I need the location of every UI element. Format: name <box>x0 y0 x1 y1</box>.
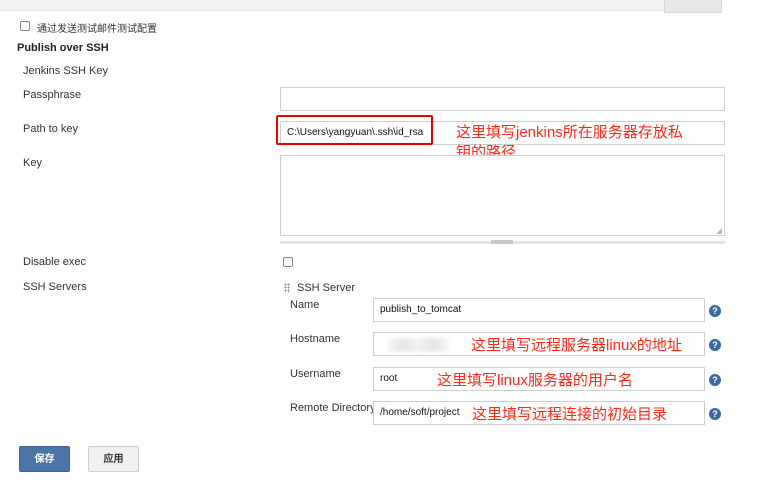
server-name-field[interactable]: publish_to_tomcat <box>373 298 705 322</box>
server-name-label: Name <box>290 299 320 311</box>
save-button[interactable]: 保存 <box>19 446 70 472</box>
passphrase-field[interactable] <box>280 87 725 111</box>
test-email-label: 通过发送测试邮件测试配置 <box>37 24 157 35</box>
username-label: Username <box>290 368 341 380</box>
ssh-server-header: SSH Server <box>297 282 356 294</box>
path-to-key-label: Path to key <box>23 123 79 135</box>
disable-exec-checkbox[interactable] <box>283 257 293 267</box>
hostname-help-icon[interactable]: ? <box>709 339 721 351</box>
remote-directory-help-icon[interactable]: ? <box>709 408 721 420</box>
ssh-servers-label: SSH Servers <box>23 281 87 293</box>
passphrase-label: Passphrase <box>23 89 82 101</box>
apply-button[interactable]: 应用 <box>88 446 139 472</box>
hostname-label: Hostname <box>290 333 341 345</box>
remote-directory-label: Remote Directory <box>290 402 376 414</box>
key-textarea[interactable] <box>280 155 725 236</box>
resize-handle-icon[interactable] <box>716 228 722 234</box>
remote-directory-annotation: 这里填写远程连接的初始目录 <box>472 406 668 423</box>
disable-exec-label: Disable exec <box>23 256 86 268</box>
username-help-icon[interactable]: ? <box>709 374 721 386</box>
test-email-checkbox[interactable] <box>20 21 30 31</box>
hostname-annotation: 这里填写远程服务器linux的地址 <box>471 337 682 354</box>
username-annotation: 这里填写linux服务器的用户名 <box>437 372 633 389</box>
top-bar <box>0 0 720 11</box>
key-scrollbar-thumb[interactable] <box>491 240 513 244</box>
path-to-key-highlight <box>276 115 433 145</box>
section-title: Publish over SSH <box>17 42 109 54</box>
hostname-redaction <box>388 338 448 352</box>
server-name-help-icon[interactable]: ? <box>709 305 721 317</box>
jenkins-ssh-key-label: Jenkins SSH Key <box>23 65 108 77</box>
drag-handle-icon[interactable] <box>284 283 290 293</box>
key-label: Key <box>23 157 42 169</box>
top-bar-tab <box>664 0 722 13</box>
path-to-key-annotation-line1: 这里填写jenkins所在服务器存放私 <box>456 124 683 141</box>
